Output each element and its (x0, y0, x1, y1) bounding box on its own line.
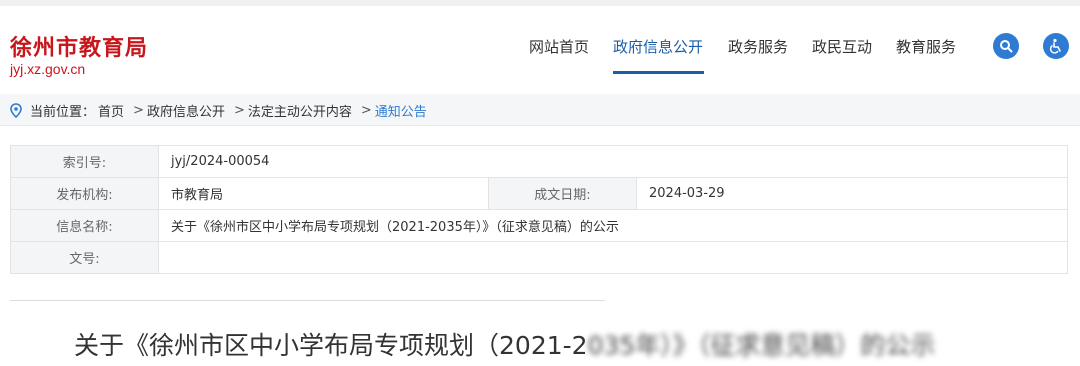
main-nav: 网站首页 政府信息公开 政务服务 政民互动 教育服务 (0, 36, 1080, 76)
docno-label: 文号: (10, 241, 159, 274)
breadcrumb-separator: > (233, 103, 245, 118)
date-value: 2024-03-29 (636, 177, 1068, 210)
publisher-label: 发布机构: (10, 177, 159, 210)
breadcrumb-separator: > (133, 103, 144, 118)
breadcrumb-separator: > (360, 103, 372, 118)
date-label: 成文日期: (488, 177, 637, 210)
docno-value (158, 241, 1068, 274)
nav-item-interaction[interactable]: 政民互动 (812, 36, 872, 57)
section-divider (10, 300, 605, 301)
table-row: 索引号: jyj/2024-00054 (10, 145, 1068, 178)
index-label: 索引号: (10, 145, 159, 178)
accessibility-icon[interactable] (1043, 33, 1069, 59)
search-icon[interactable] (993, 33, 1019, 59)
breadcrumb-gov-info[interactable]: 政府信息公开 (147, 101, 225, 120)
nav-item-education-services[interactable]: 教育服务 (896, 36, 956, 57)
nav-item-gov-info[interactable]: 政府信息公开 (613, 36, 703, 57)
document-title-blurred: 035年）》（征求意见稿）的公示 (587, 331, 936, 360)
location-pin-icon (10, 103, 22, 118)
document-title: 关于《徐州市区中小学布局专项规划（2021-2035年）》（征求意见稿）的公示 (74, 326, 935, 362)
nav-item-gov-services[interactable]: 政务服务 (728, 36, 788, 57)
table-row: 文号: (10, 241, 1068, 274)
breadcrumb-label: 当前位置： (30, 105, 96, 120)
nav-active-underline (613, 71, 704, 74)
table-row: 发布机构: 市教育局 成文日期: 2024-03-29 (10, 177, 1068, 210)
document-title-visible: 关于《徐州市区中小学布局专项规划（2021-2 (74, 331, 588, 360)
document-info-table: 索引号: jyj/2024-00054 发布机构: 市教育局 成文日期: 202… (10, 145, 1068, 274)
nav-item-home[interactable]: 网站首页 (529, 36, 589, 57)
breadcrumb-notices[interactable]: 通知公告 (375, 101, 427, 120)
index-value: jyj/2024-00054 (158, 145, 1068, 178)
breadcrumb-statutory-content[interactable]: 法定主动公开内容 (248, 101, 352, 120)
name-value: 关于《徐州市区中小学布局专项规划（2021-2035年）》（征求意见稿）的公示 (158, 209, 1068, 242)
name-label: 信息名称: (10, 209, 159, 242)
site-header: 徐州市教育局 jyj.xz.gov.cn 网站首页 政府信息公开 政务服务 政民… (0, 6, 1080, 86)
publisher-value: 市教育局 (158, 177, 489, 210)
table-row: 信息名称: 关于《徐州市区中小学布局专项规划（2021-2035年）》（征求意见… (10, 209, 1068, 242)
breadcrumb: 当前位置： 首页 > 政府信息公开 > 法定主动公开内容 > 通知公告 (0, 94, 1080, 126)
breadcrumb-home[interactable]: 首页 (98, 101, 124, 120)
